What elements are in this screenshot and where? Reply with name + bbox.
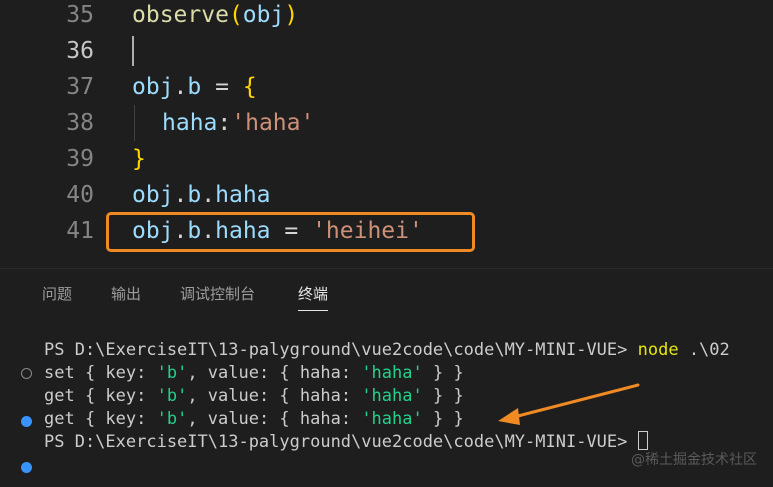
code-token: ): [284, 2, 299, 28]
code-token: b: [187, 74, 202, 100]
code-text[interactable]: observe(obj): [132, 0, 298, 33]
terminal-line: get { key: 'b', value: { haha: 'haha' } …: [44, 408, 464, 431]
code-token: .: [173, 182, 188, 208]
code-token: haha: [162, 110, 218, 136]
code-token: obj: [132, 182, 174, 208]
bottom-panel: 问题 输出 调试控制台 终端 PS D:\ExerciseIT\13-palyg…: [0, 268, 773, 487]
terminal-command: node: [637, 340, 679, 360]
command-decoration-icon[interactable]: [21, 416, 32, 427]
code-line-current[interactable]: 36: [0, 33, 773, 69]
terminal-line: PS D:\ExerciseIT\13-palyground\vue2code\…: [44, 431, 648, 454]
command-decoration-icon[interactable]: [21, 368, 32, 379]
terminal-text: } }: [422, 409, 464, 429]
code-token: {: [242, 74, 257, 100]
code-token: observe: [132, 2, 229, 28]
code-token: :: [217, 110, 232, 136]
line-number: 37: [66, 74, 94, 100]
code-line[interactable]: 40 obj.b.haha: [0, 177, 773, 213]
terminal-text: get { key:: [44, 386, 157, 406]
code-text[interactable]: obj.b.haha: [132, 177, 271, 213]
code-token: obj: [132, 74, 174, 100]
terminal-text: set { key:: [44, 363, 157, 383]
code-token: 'haha': [231, 110, 315, 136]
terminal-line: set { key: 'b', value: { haha: 'haha' } …: [44, 362, 464, 385]
terminal-prompt: PS D:\ExerciseIT\13-palyground\vue2code\…: [44, 340, 638, 360]
terminal-line: PS D:\ExerciseIT\13-palyground\vue2code\…: [44, 339, 730, 362]
terminal-text: , value: { haha:: [187, 363, 362, 383]
terminal-text: } }: [422, 363, 464, 383]
text-cursor: [132, 36, 134, 66]
code-line[interactable]: 39 }: [0, 141, 773, 177]
terminal-line: get { key: 'b', value: { haha: 'haha' } …: [44, 385, 464, 408]
annotation-arrow-icon: [498, 383, 640, 425]
code-token: .: [201, 182, 216, 208]
tab-output[interactable]: 输出: [111, 283, 141, 305]
code-token: haha: [215, 182, 271, 208]
panel-tabs: 问题 输出 调试控制台 终端: [0, 269, 773, 319]
code-line[interactable]: 35 observe(obj): [0, 0, 773, 33]
tab-debug-console[interactable]: 调试控制台: [180, 283, 255, 305]
code-token: }: [132, 146, 146, 172]
command-decoration-icon[interactable]: [21, 462, 32, 473]
code-token: (: [228, 2, 243, 28]
line-number: 35: [66, 2, 94, 28]
terminal-text: , value: { haha:: [187, 409, 362, 429]
code-line[interactable]: 38 haha:'haha': [0, 105, 773, 141]
code-text[interactable]: obj.b = {: [132, 69, 257, 105]
tab-problems[interactable]: 问题: [42, 283, 72, 305]
code-token: =: [201, 74, 243, 100]
code-token: obj: [242, 2, 285, 28]
watermark: @稀土掘金技术社区: [631, 452, 757, 468]
terminal-string: 'b': [156, 363, 188, 383]
code-text[interactable]: haha:'haha': [162, 105, 314, 141]
code-editor[interactable]: 35 observe(obj) 36 37 obj.b = { 38 haha:…: [0, 0, 773, 268]
line-number: 41: [66, 218, 94, 244]
terminal-string: 'haha': [361, 386, 423, 406]
terminal-command-arg: .\02: [678, 340, 730, 360]
terminal-prompt: PS D:\ExerciseIT\13-palyground\vue2code\…: [44, 432, 638, 452]
line-number: 40: [66, 182, 94, 208]
terminal-string: 'haha': [361, 409, 423, 429]
code-token: .: [173, 74, 188, 100]
terminal-string: 'haha': [361, 363, 423, 383]
tab-terminal[interactable]: 终端: [298, 283, 329, 311]
line-number: 36: [66, 38, 94, 64]
terminal-text: get { key:: [44, 409, 157, 429]
code-text[interactable]: }: [132, 141, 146, 177]
code-token: b: [187, 182, 202, 208]
terminal-cursor: [637, 431, 648, 450]
terminal-text: , value: { haha:: [187, 386, 362, 406]
terminal-string: 'b': [156, 409, 188, 429]
line-number: 38: [66, 110, 94, 136]
line-number: 39: [66, 146, 94, 172]
indent-guide: [134, 105, 135, 141]
terminal-text: } }: [422, 386, 464, 406]
highlight-box: [106, 212, 475, 252]
code-line[interactable]: 37 obj.b = {: [0, 69, 773, 105]
terminal-string: 'b': [156, 386, 188, 406]
